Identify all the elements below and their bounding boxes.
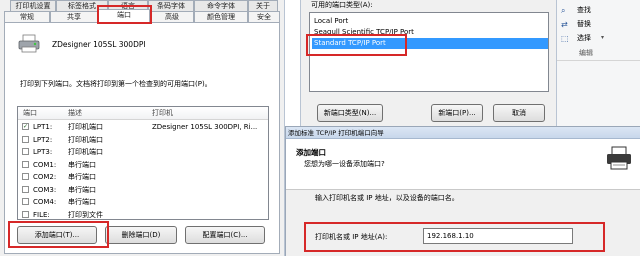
port-checkbox[interactable] xyxy=(22,148,29,155)
tab-command-fonts[interactable]: 命令字体 xyxy=(194,0,248,11)
port-checkbox[interactable] xyxy=(22,135,29,143)
port-description: 串行端口 xyxy=(68,160,96,169)
printer-properties-dialog: 打印机设置 标签格式 语言 条码字体 命令字体 关于 常规 共享 端口 高级 颜… xyxy=(0,0,285,256)
configure-port-button[interactable]: 配置端口(C)... xyxy=(185,226,265,244)
wizard-title: 添加标准 TCP/IP 打印机端口向导 xyxy=(288,129,384,137)
port-name: COM3: xyxy=(33,185,57,194)
wizard-subheading: 您想为哪一设备添加端口? xyxy=(304,160,385,168)
printer-name: ZDesigner 105SL 300DPI xyxy=(52,40,146,49)
new-port-button[interactable]: 新端口(P)... xyxy=(431,104,483,122)
port-name: LPT1: xyxy=(33,123,53,131)
replace-button[interactable]: 替换 xyxy=(577,21,591,28)
select-button[interactable]: 选择 xyxy=(577,35,591,42)
port-name: LPT2: xyxy=(33,135,53,144)
port-description: 打印到文件 xyxy=(68,210,103,219)
wizard-header: 添加端口 您想为哪一设备添加端口? xyxy=(286,139,640,190)
port-checkbox[interactable] xyxy=(22,210,29,218)
cancel-button[interactable]: 取消 xyxy=(493,104,545,122)
port-name: COM1: xyxy=(33,160,57,169)
port-name: FILE: xyxy=(33,210,50,219)
column-printer[interactable]: 打印机 xyxy=(152,110,173,117)
port-row[interactable]: COM1: 串行端口 xyxy=(18,159,268,171)
port-description: 串行端口 xyxy=(68,198,96,206)
port-row[interactable]: COM4: 串行端口 xyxy=(18,196,268,208)
replace-icon: ⇄ xyxy=(561,20,568,29)
port-name: LPT3: xyxy=(33,148,53,156)
find-button[interactable]: 查找 xyxy=(577,7,591,14)
tab-security[interactable]: 安全 xyxy=(248,11,280,22)
select-icon: ⬚ xyxy=(561,34,569,43)
printer-ports-dialog: 可用的端口类型(A): Local Port Seagull Scientifi… xyxy=(300,0,557,126)
port-row[interactable]: LPT2: 打印机端口 xyxy=(18,134,268,146)
tab-ports[interactable]: 端口 xyxy=(98,9,150,23)
new-port-type-button[interactable]: 新端口类型(N)... xyxy=(317,104,383,122)
port-row[interactable]: COM3: 串行端口 xyxy=(18,184,268,196)
port-row[interactable]: ✓ LPT1: 打印机端口 ZDesigner 105SL 300DPI, Ri... xyxy=(18,121,268,133)
add-port-button[interactable]: 添加端口(T)... xyxy=(17,226,97,244)
wizard-title-bar: 添加标准 TCP/IP 打印机端口向导 xyxy=(286,127,640,139)
wizard-heading: 添加端口 xyxy=(296,148,326,157)
column-port[interactable]: 端口 xyxy=(23,110,37,117)
ip-address-input[interactable]: 192.168.1.10 xyxy=(423,228,573,244)
tab-color-management[interactable]: 颜色管理 xyxy=(194,11,248,22)
printer-icon xyxy=(18,34,40,54)
port-type-seagull-tcpip[interactable]: Seagull Scientific TCP/IP Port xyxy=(312,27,548,38)
ip-address-label: 打印机名或 IP 地址(A): xyxy=(315,233,388,241)
port-type-list[interactable]: Local Port Seagull Scientific TCP/IP Por… xyxy=(309,12,549,92)
port-description: 打印机端口 xyxy=(68,123,103,131)
port-checkbox[interactable] xyxy=(22,198,29,205)
delete-port-button[interactable]: 删除端口(D) xyxy=(105,226,177,244)
port-type-local[interactable]: Local Port xyxy=(312,16,548,27)
port-description: 打印机端口 xyxy=(68,135,103,144)
printer-network-icon xyxy=(604,145,634,173)
column-description[interactable]: 描述 xyxy=(68,110,82,117)
ribbon-group-label: 编辑 xyxy=(579,49,593,57)
port-row[interactable]: COM2: 串行端口 xyxy=(18,171,268,183)
port-printer: ZDesigner 105SL 300DPI, Ri... xyxy=(152,123,258,131)
editing-ribbon: ⌕ 查找 ⇄ 替换 ⬚ 选择 ▾ 编辑 xyxy=(557,0,640,126)
port-types-label: 可用的端口类型(A): xyxy=(311,1,373,9)
port-description: 打印机端口 xyxy=(68,148,103,156)
port-row[interactable]: FILE: 打印到文件 xyxy=(18,209,268,220)
tab-printer-settings[interactable]: 打印机设置 xyxy=(10,0,56,11)
tab-general[interactable]: 常规 xyxy=(4,11,50,22)
port-list-header: 端口 描述 打印机 xyxy=(18,107,268,120)
port-checkbox[interactable] xyxy=(22,185,29,193)
chevron-down-icon: ▾ xyxy=(601,34,605,41)
port-row[interactable]: LPT3: 打印机端口 xyxy=(18,146,268,158)
port-checkbox[interactable] xyxy=(22,160,29,168)
port-name: COM2: xyxy=(33,173,57,181)
add-tcpip-port-wizard: 添加标准 TCP/IP 打印机端口向导 添加端口 您想为哪一设备添加端口? 输入… xyxy=(285,126,640,256)
port-description: 串行端口 xyxy=(68,173,96,181)
port-description: 串行端口 xyxy=(68,185,96,194)
port-checkbox[interactable] xyxy=(22,173,29,180)
tab-barcode-fonts[interactable]: 条码字体 xyxy=(148,0,194,11)
tab-sharing[interactable]: 共享 xyxy=(50,11,98,22)
port-checkbox[interactable]: ✓ xyxy=(22,123,29,130)
port-list[interactable]: 端口 描述 打印机 ✓ LPT1: 打印机端口 ZDesigner 105SL 300… xyxy=(17,106,269,220)
tab-about[interactable]: 关于 xyxy=(248,0,278,11)
port-instruction-text: 打印到下列端口。文档将打印到第一个检查到的可用端口(P)。 xyxy=(20,80,212,88)
ribbon-divider xyxy=(557,60,640,61)
wizard-prompt: 输入打印机名或 IP 地址，以及设备的端口名。 xyxy=(315,194,459,202)
find-icon: ⌕ xyxy=(561,6,566,15)
port-name: COM4: xyxy=(33,198,57,206)
port-type-standard-tcpip[interactable]: Standard TCP/IP Port xyxy=(312,38,548,49)
tab-advanced[interactable]: 高级 xyxy=(150,11,194,22)
